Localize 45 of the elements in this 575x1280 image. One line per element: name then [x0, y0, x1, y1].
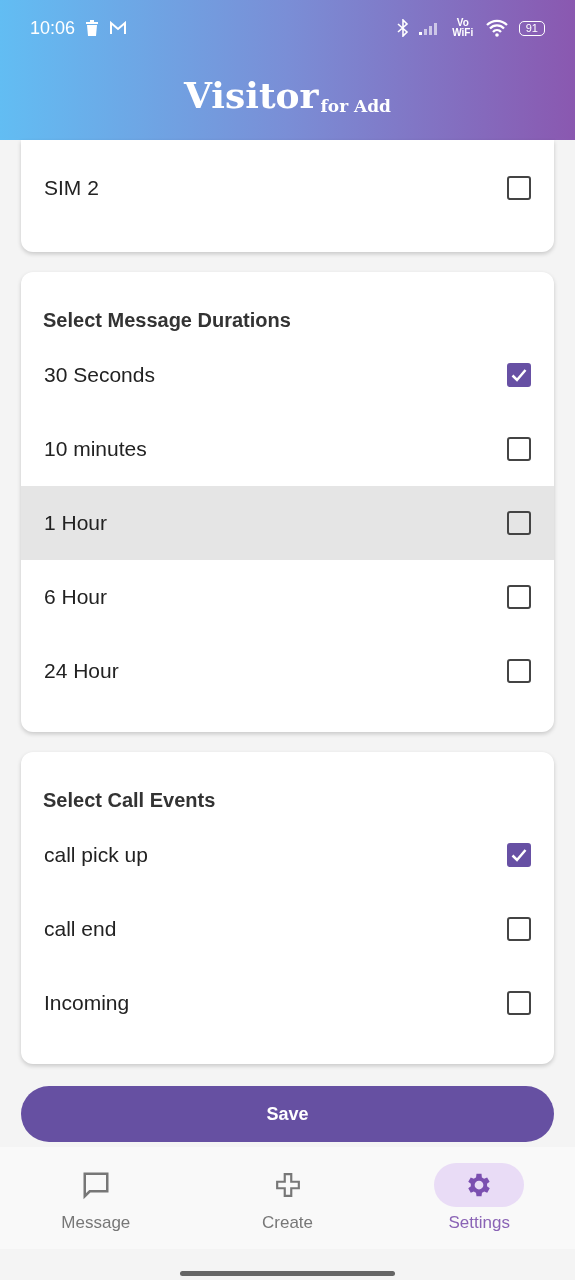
app-title: Visitor: [184, 74, 319, 116]
option-label: SIM 2: [44, 176, 99, 200]
checkbox[interactable]: [507, 659, 531, 683]
checkmark-icon: [511, 368, 527, 382]
option-label: 24 Hour: [44, 659, 119, 683]
option-row[interactable]: Incoming: [21, 966, 554, 1040]
option-row[interactable]: 1 Hour: [21, 486, 554, 560]
option-label: 10 minutes: [44, 437, 147, 461]
option-row[interactable]: 6 Hour: [21, 560, 554, 634]
network-label: Vo WiFi: [451, 18, 475, 38]
option-row[interactable]: SIM 2: [21, 151, 554, 225]
option-label: Incoming: [44, 991, 130, 1015]
option-label: call end: [44, 917, 117, 941]
checkbox[interactable]: [507, 511, 531, 535]
option-row[interactable]: 10 minutes: [21, 412, 554, 486]
section-title: Select Message Durations: [42, 307, 292, 333]
plus-icon: [274, 1172, 301, 1198]
option-label: 30 Seconds: [44, 363, 155, 387]
bluetooth-icon: [396, 19, 409, 37]
option-row[interactable]: 24 Hour: [21, 634, 554, 708]
section-title: Select Call Events: [42, 787, 217, 813]
nav-item[interactable]: Create: [191, 1147, 384, 1249]
checkbox[interactable]: [507, 991, 531, 1015]
checkbox[interactable]: [507, 843, 531, 867]
option-row[interactable]: call end: [21, 892, 554, 966]
checkbox[interactable]: [507, 585, 531, 609]
option-label: 6 Hour: [44, 585, 108, 609]
clock: 10:06: [30, 17, 76, 39]
checkbox[interactable]: [507, 363, 531, 387]
checkbox[interactable]: [507, 176, 531, 200]
app-subtitle: for Add: [320, 96, 391, 116]
save-button[interactable]: Save: [21, 1086, 554, 1142]
checkbox[interactable]: [507, 917, 531, 941]
option-label: call pick up: [44, 843, 148, 867]
battery-indicator: 91: [518, 20, 545, 36]
option-label: 1 Hour: [44, 511, 108, 535]
checkbox[interactable]: [507, 437, 531, 461]
nav-item[interactable]: Message: [0, 1147, 192, 1249]
wifi-icon: [484, 19, 509, 37]
option-row[interactable]: call pick up: [21, 818, 554, 892]
checkmark-icon: [511, 848, 527, 862]
nav-item[interactable]: Settings: [383, 1147, 575, 1249]
mail-icon: [109, 21, 128, 35]
trash-icon: [85, 20, 100, 36]
option-row[interactable]: 30 Seconds: [21, 338, 554, 412]
